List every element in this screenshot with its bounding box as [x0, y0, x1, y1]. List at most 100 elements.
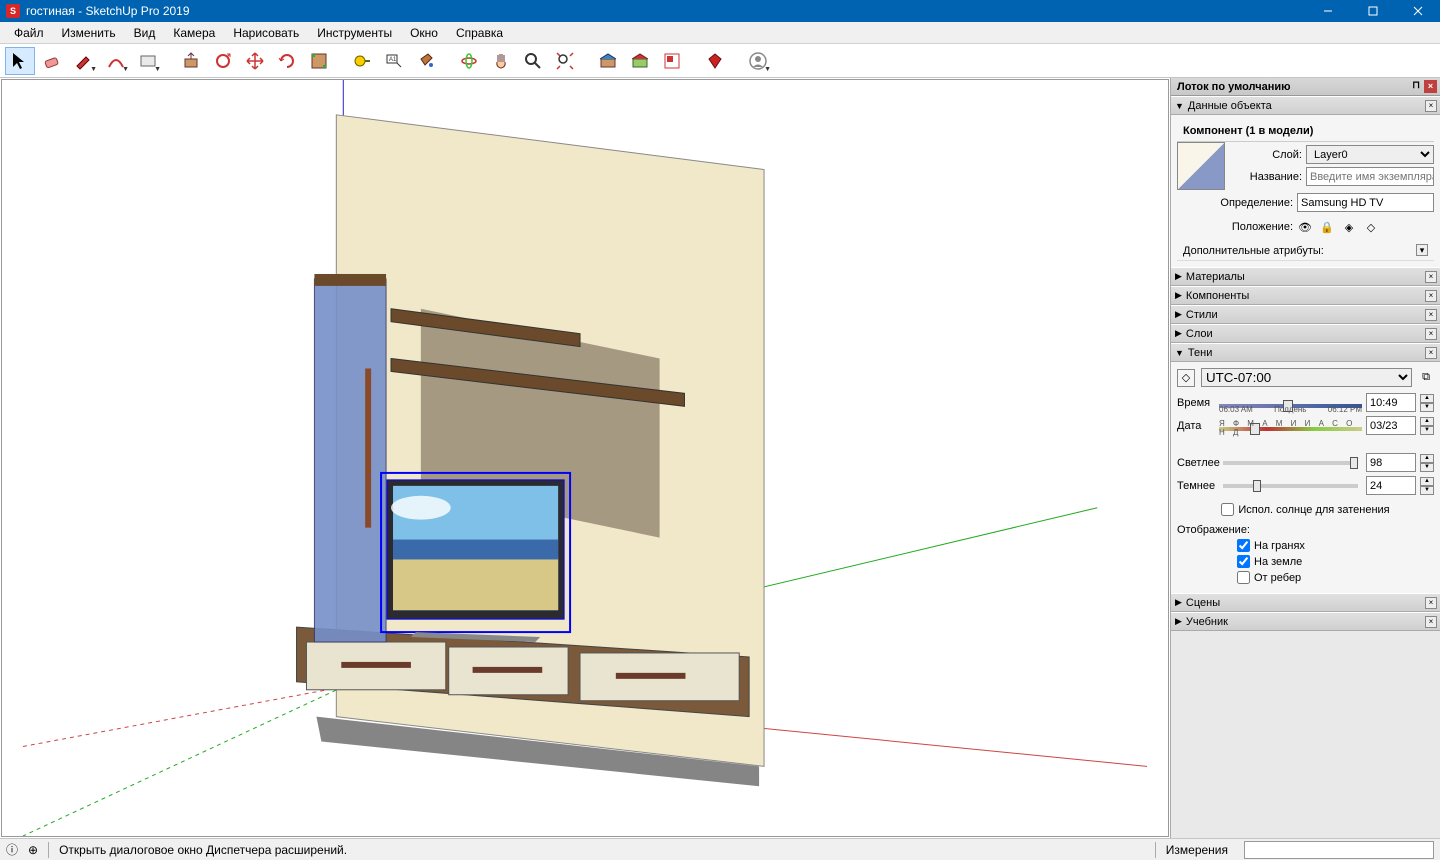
- on-faces-checkbox[interactable]: [1237, 539, 1250, 552]
- extension-tool[interactable]: [700, 47, 730, 75]
- from-edges-checkbox[interactable]: [1237, 571, 1250, 584]
- measurements-input[interactable]: [1244, 841, 1434, 859]
- chevron-right-icon: ▶: [1175, 597, 1182, 608]
- close-button[interactable]: [1395, 0, 1440, 22]
- section-header-instructor[interactable]: ▶ Учебник ×: [1171, 612, 1440, 631]
- dark-value[interactable]: 24: [1366, 476, 1416, 495]
- layout-tool[interactable]: [657, 47, 687, 75]
- section-title-styles: Стили: [1186, 309, 1218, 321]
- paint-tool[interactable]: [411, 47, 441, 75]
- lock-icon[interactable]: 🔒: [1319, 219, 1335, 235]
- section-header-layers[interactable]: ▶ Слои ×: [1171, 324, 1440, 343]
- zoomext-tool[interactable]: [550, 47, 580, 75]
- section-header-materials[interactable]: ▶ Материалы ×: [1171, 267, 1440, 286]
- section-header-styles[interactable]: ▶ Стили ×: [1171, 305, 1440, 324]
- section-header-scenes[interactable]: ▶ Сцены ×: [1171, 593, 1440, 612]
- move-tool[interactable]: [240, 47, 270, 75]
- definition-input[interactable]: [1297, 193, 1434, 212]
- section-title-entity: Данные объекта: [1188, 100, 1272, 112]
- text-tool[interactable]: A1: [379, 47, 409, 75]
- rect-tool[interactable]: ▼: [133, 47, 163, 75]
- section-close-icon[interactable]: ×: [1425, 100, 1437, 112]
- additional-attributes-row[interactable]: Дополнительные атрибуты: ▾: [1177, 242, 1434, 261]
- select-tool[interactable]: [5, 47, 35, 75]
- section-close-icon[interactable]: ×: [1425, 309, 1437, 321]
- minimize-button[interactable]: [1305, 0, 1350, 22]
- section-close-icon[interactable]: ×: [1425, 328, 1437, 340]
- extwarehouse-tool[interactable]: [625, 47, 655, 75]
- scale-tool[interactable]: [304, 47, 334, 75]
- section-title-components: Компоненты: [1186, 290, 1249, 302]
- eraser-tool[interactable]: [37, 47, 67, 75]
- date-value[interactable]: 03/23: [1366, 416, 1416, 435]
- section-close-icon[interactable]: ×: [1425, 347, 1437, 359]
- layer-label: Слой:: [1231, 149, 1306, 161]
- timezone-select[interactable]: UTC-07:00: [1201, 368, 1412, 387]
- menu-вид[interactable]: Вид: [126, 24, 164, 42]
- pan-tool[interactable]: [486, 47, 516, 75]
- menu-инструменты[interactable]: Инструменты: [309, 24, 400, 42]
- date-up[interactable]: ▲: [1420, 417, 1434, 426]
- zoom-tool[interactable]: [518, 47, 548, 75]
- date-slider[interactable]: Я Ф М А М И И А С О Н Д: [1219, 417, 1362, 435]
- orbit-tool[interactable]: [454, 47, 484, 75]
- time-down[interactable]: ▼: [1420, 403, 1434, 412]
- section-title-instructor: Учебник: [1186, 616, 1228, 628]
- menu-изменить[interactable]: Изменить: [54, 24, 124, 42]
- dark-slider[interactable]: [1223, 484, 1358, 488]
- tape-tool[interactable]: [347, 47, 377, 75]
- instance-name-input[interactable]: [1306, 167, 1434, 186]
- menu-файл[interactable]: Файл: [6, 24, 52, 42]
- light-slider[interactable]: [1223, 461, 1358, 465]
- viewport-3d[interactable]: [1, 79, 1169, 837]
- warehouse-tool[interactable]: [593, 47, 623, 75]
- help-icon[interactable]: ⓘ: [6, 841, 18, 858]
- menu-камера[interactable]: Камера: [165, 24, 223, 42]
- app-icon: S: [6, 4, 20, 18]
- visibility-icon[interactable]: 👁: [1297, 219, 1313, 235]
- tray-title[interactable]: Лоток по умолчанию ⊓ ×: [1171, 78, 1440, 96]
- light-value[interactable]: 98: [1366, 453, 1416, 472]
- chevron-down-icon: ▼: [1175, 101, 1184, 111]
- line-tool[interactable]: ▼: [69, 47, 99, 75]
- chevron-right-icon: ▶: [1175, 328, 1182, 339]
- section-close-icon[interactable]: ×: [1425, 597, 1437, 609]
- time-label: Время: [1177, 397, 1215, 409]
- menu-нарисовать[interactable]: Нарисовать: [225, 24, 307, 42]
- entity-info-body: Компонент (1 в модели) Слой: Layer0 Назв…: [1171, 115, 1440, 267]
- component-thumbnail[interactable]: [1177, 142, 1225, 190]
- section-header-shadows[interactable]: ▼ Тени ×: [1171, 343, 1440, 362]
- menu-справка[interactable]: Справка: [448, 24, 511, 42]
- maximize-button[interactable]: [1350, 0, 1395, 22]
- glue-icon[interactable]: ◈: [1341, 219, 1357, 235]
- time-slider[interactable]: 06:03 AMПолдень06:12 PM: [1219, 394, 1362, 412]
- pushpull-tool[interactable]: [176, 47, 206, 75]
- sun-shading-checkbox[interactable]: [1221, 503, 1234, 516]
- cut-icon[interactable]: ◇: [1363, 219, 1379, 235]
- section-close-icon[interactable]: ×: [1425, 616, 1437, 628]
- section-close-icon[interactable]: ×: [1425, 271, 1437, 283]
- user-tool[interactable]: ▼: [743, 47, 773, 75]
- menu-окно[interactable]: Окно: [402, 24, 446, 42]
- tray-close-icon[interactable]: ×: [1424, 80, 1437, 93]
- on-ground-checkbox[interactable]: [1237, 555, 1250, 568]
- section-header-components[interactable]: ▶ Компоненты ×: [1171, 286, 1440, 305]
- time-value[interactable]: 10:49: [1366, 393, 1416, 412]
- settings-icon[interactable]: ⧉: [1418, 371, 1434, 384]
- definition-label: Определение:: [1177, 197, 1297, 209]
- shadow-toggle-icon[interactable]: ◇: [1177, 369, 1195, 387]
- time-up[interactable]: ▲: [1420, 394, 1434, 403]
- offset-tool[interactable]: [208, 47, 238, 75]
- pin-icon[interactable]: ⊓: [1412, 80, 1420, 91]
- light-label: Светлее: [1177, 457, 1215, 469]
- layer-select[interactable]: Layer0: [1306, 145, 1434, 164]
- section-close-icon[interactable]: ×: [1425, 290, 1437, 302]
- geo-icon[interactable]: ⊕: [28, 843, 38, 857]
- component-count: Компонент (1 в модели): [1177, 121, 1434, 142]
- dark-label: Темнее: [1177, 480, 1215, 492]
- section-header-entity[interactable]: ▼ Данные объекта ×: [1171, 96, 1440, 115]
- expand-attrs-icon[interactable]: ▾: [1416, 244, 1428, 256]
- date-down[interactable]: ▼: [1420, 426, 1434, 435]
- arc-tool[interactable]: ▼: [101, 47, 131, 75]
- rotate-tool[interactable]: [272, 47, 302, 75]
